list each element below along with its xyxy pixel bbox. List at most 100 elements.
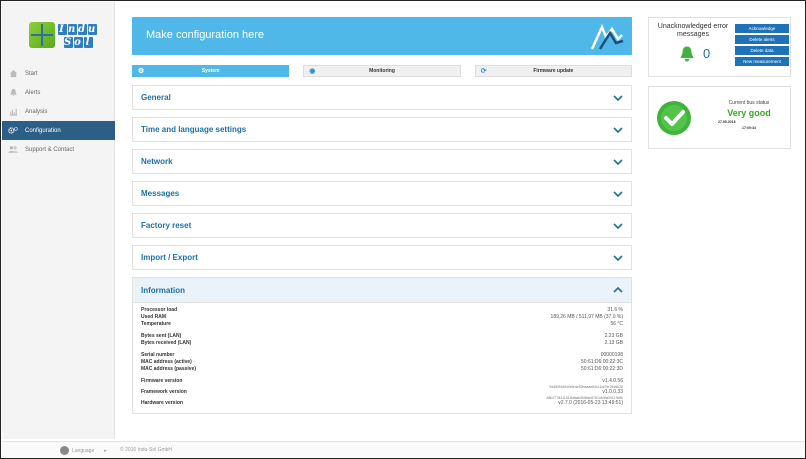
sidebar-item-support[interactable]: Support & Contact bbox=[2, 140, 115, 159]
section-title: Factory reset bbox=[141, 221, 192, 230]
sidebar-item-configuration[interactable]: Configuration bbox=[2, 121, 115, 140]
information-header[interactable]: Information bbox=[133, 278, 631, 303]
info-row-temperature: Temperature 56 °C bbox=[141, 321, 623, 328]
section-messages[interactable]: Messages bbox=[132, 181, 632, 206]
bell-icon bbox=[8, 88, 18, 98]
sidebar-item-label: Start bbox=[25, 70, 38, 77]
info-key: MAC address (passive) bbox=[141, 366, 197, 372]
check-circle-icon bbox=[657, 101, 691, 135]
section-title: Information bbox=[141, 285, 185, 295]
logo-word-bottom: So l bbox=[64, 37, 94, 48]
logo-letter: o bbox=[74, 37, 83, 48]
page-banner: Make configuration here bbox=[132, 17, 632, 55]
chevron-down-icon bbox=[613, 190, 623, 197]
section-title: Import / Export bbox=[141, 253, 198, 262]
info-key: Processor load bbox=[141, 307, 178, 313]
info-key: MAC address (active) bbox=[141, 359, 192, 365]
bus-status-label: Current bus status bbox=[728, 100, 770, 106]
info-value: 50:61:D6:00:22:3D bbox=[581, 366, 623, 372]
footer: Language ▸ © 2016 Indu-Sol GmbH bbox=[2, 441, 805, 458]
sidebar-item-alerts[interactable]: Alerts bbox=[2, 83, 115, 102]
info-row-framework-version: Framework version v1.0.0.33 88b2778411918d… bbox=[141, 389, 623, 400]
section-title: Messages bbox=[141, 189, 180, 198]
section-general[interactable]: General bbox=[132, 85, 632, 110]
sidebar-nav: Start Alerts Analysis Configuration Supp… bbox=[2, 64, 115, 159]
sidebar: Indu So l Start Alerts Analysis Configur… bbox=[2, 2, 115, 439]
tab-monitoring[interactable]: ◉ Monitoring bbox=[303, 65, 461, 77]
logo-letter: l bbox=[84, 37, 93, 48]
bus-status-date: 27.05.2016 bbox=[718, 120, 736, 124]
info-row-firmware-version: Firmware version v1.4.0.56 9a450f4d940bfe4… bbox=[141, 378, 623, 389]
acknowledge-button[interactable]: Acknowledge bbox=[735, 24, 789, 33]
people-icon bbox=[8, 145, 18, 155]
info-value: 56 °C bbox=[610, 321, 623, 327]
app-window: Indu So l Start Alerts Analysis Configur… bbox=[0, 0, 806, 459]
info-row-hardware-version: Hardware version v2.7.0 (2016-05-23 13:49… bbox=[141, 400, 623, 407]
tab-firmware-update[interactable]: ⟳ Firmware update bbox=[474, 65, 632, 77]
info-key: Framework version bbox=[141, 389, 187, 395]
error-actions: Acknowledge Delete alerts Delete data Ne… bbox=[735, 24, 789, 68]
logo-letter: n bbox=[68, 24, 78, 35]
section-title: Network bbox=[141, 157, 173, 166]
info-value: 189,26 MB / 511,97 MB (37.0 %) bbox=[550, 314, 623, 320]
brand-wave-logo bbox=[590, 23, 624, 50]
tab-system[interactable]: ⚙ System bbox=[132, 65, 290, 77]
info-key: Bytes received (LAN) bbox=[141, 340, 192, 346]
logo-letter: u bbox=[88, 24, 98, 35]
caret-right-icon: ▸ bbox=[104, 447, 107, 454]
info-value: v2.7.0 (2016-05-23 13:49:51) bbox=[558, 400, 623, 406]
section-factory-reset[interactable]: Factory reset bbox=[132, 213, 632, 238]
info-row-bytes-sent: Bytes sent (LAN) 2.23 GB bbox=[141, 333, 623, 340]
globe-icon bbox=[60, 446, 69, 455]
section-import-export[interactable]: Import / Export bbox=[132, 245, 632, 270]
info-value: 50:61:D6:00:22:3C bbox=[581, 359, 623, 365]
info-key: Temperature bbox=[141, 321, 171, 327]
language-label: Language bbox=[72, 447, 95, 454]
tab-label: Firmware update bbox=[533, 68, 574, 74]
page-title: Make configuration here bbox=[146, 29, 265, 41]
logo-letter: I bbox=[58, 24, 67, 35]
delete-data-button[interactable]: Delete data bbox=[735, 46, 789, 55]
bus-status-value: Very good bbox=[727, 108, 771, 118]
info-row-serial-number: Serial number 00000198 bbox=[141, 352, 623, 359]
info-value: v1.0.0.33 88b2778411918dfaab2b8fae87514b9… bbox=[547, 389, 623, 400]
tab-label: System bbox=[201, 68, 220, 74]
section-title: General bbox=[141, 93, 171, 102]
copyright: © 2016 Indu-Sol GmbH bbox=[120, 447, 173, 453]
info-row-used-ram: Used RAM 189,26 MB / 511,97 MB (37.0 %) bbox=[141, 314, 623, 321]
main-content: Make configuration here ⚙ System ◉ Monit… bbox=[132, 17, 632, 414]
section-network[interactable]: Network bbox=[132, 149, 632, 174]
bell-icon bbox=[680, 46, 694, 62]
sidebar-item-analysis[interactable]: Analysis bbox=[2, 102, 115, 121]
sidebar-item-start[interactable]: Start bbox=[2, 64, 115, 83]
section-time-language[interactable]: Time and language settings bbox=[132, 117, 632, 142]
chevron-down-icon bbox=[613, 254, 623, 261]
info-key: Serial number bbox=[141, 352, 175, 358]
error-messages-title: Unacknowledged error messages bbox=[657, 23, 729, 38]
information-body: Processor load 31.6 % Used RAM 189,26 MB /… bbox=[133, 303, 631, 413]
logo-letter: d bbox=[78, 24, 87, 35]
bus-status-card: Current bus status Very good 27.05.2016 … bbox=[648, 86, 791, 149]
info-row-processor-load: Processor load 31.6 % bbox=[141, 307, 623, 314]
sidebar-item-label: Alerts bbox=[25, 89, 41, 96]
language-selector[interactable]: Language ▸ bbox=[60, 446, 107, 455]
info-value: v1.4.0.56 9a450f4d940bfe4e52baaae84c16cf7… bbox=[549, 378, 623, 389]
info-key: Used RAM bbox=[141, 314, 167, 320]
new-measurement-button[interactable]: New measurement bbox=[735, 57, 789, 66]
info-key: Hardware version bbox=[141, 400, 183, 406]
sidebar-item-label: Support & Contact bbox=[25, 146, 75, 153]
config-tabs: ⚙ System ◉ Monitoring ⟳ Firmware update bbox=[132, 65, 632, 77]
section-information: Information Processor load 31.6 % Used RA… bbox=[132, 277, 632, 414]
bar-chart-icon bbox=[8, 107, 18, 117]
logo[interactable]: Indu So l bbox=[29, 22, 101, 52]
logo-mark bbox=[29, 22, 55, 48]
settings-accordion: General Time and language settings Netwo… bbox=[132, 85, 632, 414]
logo-word-top: Indu bbox=[58, 24, 98, 35]
chevron-up-icon bbox=[613, 286, 623, 293]
info-value: 31.6 % bbox=[607, 307, 623, 313]
delete-alerts-button[interactable]: Delete alerts bbox=[735, 35, 789, 44]
chevron-down-icon bbox=[613, 126, 623, 133]
info-row-mac-passive: MAC address (passive) 50:61:D6:00:22:3D bbox=[141, 366, 623, 373]
info-row-mac-active: MAC address (active) 50:61:D6:00:22:3C bbox=[141, 359, 623, 366]
info-value: 2.23 GB bbox=[604, 333, 623, 339]
